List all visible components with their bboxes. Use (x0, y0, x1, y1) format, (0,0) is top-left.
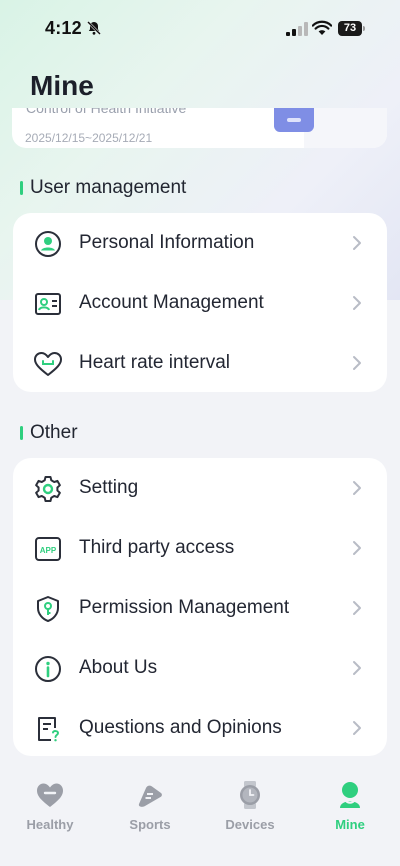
weekly-report-card[interactable]: Control of Health Initiative 2025/12/15~… (12, 108, 387, 148)
app-icon-text: APP (40, 546, 57, 555)
status-bar: 4:12 73 (0, 0, 400, 60)
info-icon (35, 656, 61, 682)
menu-item-about-us[interactable]: About Us (13, 638, 387, 698)
menu-item-personal-information[interactable]: Personal Information (13, 213, 387, 273)
section-label-user-management: User management (20, 177, 186, 199)
app-icon: APP (35, 537, 61, 561)
tab-label: Healthy (26, 817, 74, 832)
section-label-other: Other (20, 422, 78, 444)
menu-item-account-management[interactable]: Account Management (13, 273, 387, 333)
id-card-icon (35, 293, 61, 315)
feedback-icon (38, 717, 60, 742)
battery-indicator: 73 (338, 21, 366, 36)
menu-item-third-party-access[interactable]: APP Third party access (13, 518, 387, 578)
tab-label: Devices (225, 817, 275, 832)
user-icon (35, 231, 61, 257)
menu-item-label: Setting (79, 477, 139, 498)
tab-healthy[interactable]: Healthy (10, 780, 90, 832)
watch-icon (240, 781, 260, 809)
chevron-right-icon (353, 541, 361, 555)
chevron-right-icon (353, 661, 361, 675)
chevron-right-icon (353, 356, 361, 370)
report-card-decoration (304, 108, 387, 148)
report-thumbnail-icon (274, 108, 314, 132)
bell-off-icon (87, 21, 101, 35)
menu-item-label: Third party access (79, 537, 235, 558)
shield-key-icon (37, 596, 59, 622)
cellular-signal-icon (286, 22, 308, 36)
menu-item-label: Account Management (79, 292, 264, 313)
menu-item-setting[interactable]: Setting (13, 458, 387, 518)
chevron-right-icon (353, 296, 361, 310)
person-smile-icon (340, 782, 360, 808)
menu-item-label: Personal Information (79, 232, 255, 253)
menu-item-permission-management[interactable]: Permission Management (13, 578, 387, 638)
section-accent-bar (20, 426, 23, 440)
heart-tab-icon (37, 783, 63, 807)
menu-item-questions-and-opinions[interactable]: Questions and Opinions (13, 698, 387, 758)
menu-item-label: Heart rate interval (79, 352, 231, 373)
section-accent-bar (20, 181, 23, 195)
report-date-range: 2025/12/15~2025/12/21 (25, 131, 153, 145)
tab-sports[interactable]: Sports (110, 780, 190, 832)
page-title: Mine (30, 70, 94, 101)
menu-item-heart-rate-interval[interactable]: Heart rate interval (13, 333, 387, 393)
menu-item-label: Questions and Opinions (79, 717, 282, 738)
chevron-right-icon (353, 236, 361, 250)
bottom-tab-bar: Healthy Sports Devices Mine (0, 766, 400, 866)
gear-icon (35, 476, 61, 502)
tab-mine[interactable]: Mine (310, 780, 390, 832)
status-time: 4:12 (45, 18, 82, 38)
wifi-icon (312, 20, 332, 35)
user-management-card: Personal Information Account Management … (13, 213, 387, 392)
tab-label: Sports (129, 817, 171, 832)
chevron-right-icon (353, 601, 361, 615)
chevron-right-icon (353, 481, 361, 495)
other-card: Setting APP Third party access Permissio… (13, 458, 387, 756)
battery-percent: 73 (343, 22, 357, 34)
report-title-partial: Control of Health Initiative (26, 108, 187, 116)
tab-devices[interactable]: Devices (210, 780, 290, 832)
menu-item-label: About Us (79, 657, 158, 678)
running-shoe-icon (138, 785, 162, 807)
tab-label: Mine (335, 817, 365, 832)
heart-icon (34, 352, 62, 376)
chevron-right-icon (353, 721, 361, 735)
menu-item-label: Permission Management (79, 597, 290, 618)
